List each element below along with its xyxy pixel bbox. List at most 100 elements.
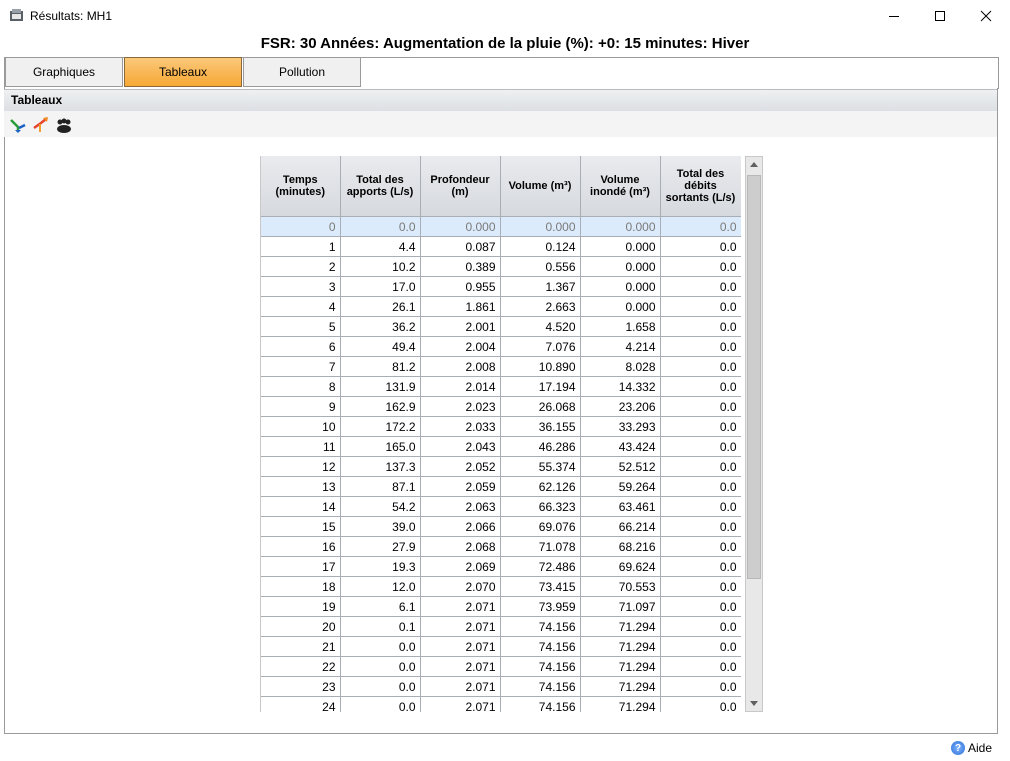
table-cell[interactable]: 33.293 bbox=[580, 416, 661, 437]
table-cell[interactable]: 71.294 bbox=[580, 636, 661, 657]
tab-pollution[interactable]: Pollution bbox=[243, 57, 361, 87]
table-cell[interactable]: 66.214 bbox=[580, 516, 661, 537]
table-cell[interactable]: 2.071 bbox=[420, 636, 501, 657]
table-row[interactable]: 18 12.0 2.070 73.415 70.553 0.0 bbox=[261, 576, 741, 597]
table-cell[interactable]: 2.059 bbox=[420, 476, 501, 497]
table-cell[interactable]: 2.063 bbox=[420, 496, 501, 517]
table-cell[interactable]: 2.066 bbox=[420, 516, 501, 537]
table-cell[interactable]: 17.194 bbox=[500, 376, 581, 397]
table-cell[interactable]: 18 bbox=[261, 576, 341, 597]
table-cell[interactable]: 0.0 bbox=[660, 416, 741, 437]
table-cell[interactable]: 0.000 bbox=[580, 256, 661, 277]
table-cell[interactable]: 5 bbox=[261, 316, 341, 337]
table-cell[interactable]: 0.0 bbox=[660, 516, 741, 537]
table-cell[interactable]: 71.294 bbox=[580, 676, 661, 697]
table-cell[interactable]: 0.0 bbox=[340, 636, 421, 657]
table-cell[interactable]: 2.023 bbox=[420, 396, 501, 417]
table-row[interactable]: 17 19.3 2.069 72.486 69.624 0.0 bbox=[261, 556, 741, 577]
table-row[interactable]: 20 0.1 2.071 74.156 71.294 0.0 bbox=[261, 616, 741, 637]
table-cell[interactable]: 4.214 bbox=[580, 336, 661, 357]
table-row[interactable]: 13 87.1 2.059 62.126 59.264 0.0 bbox=[261, 476, 741, 497]
table-cell[interactable]: 0.0 bbox=[660, 476, 741, 497]
table-cell[interactable]: 13 bbox=[261, 476, 341, 497]
table-cell[interactable]: 1 bbox=[261, 236, 341, 257]
table-cell[interactable]: 4.520 bbox=[500, 316, 581, 337]
table-row[interactable]: 7 81.2 2.008 10.890 8.028 0.0 bbox=[261, 356, 741, 377]
table-cell[interactable]: 2.663 bbox=[500, 296, 581, 317]
table-row[interactable]: 1 4.4 0.087 0.124 0.000 0.0 bbox=[261, 236, 741, 257]
table-cell[interactable]: 0.0 bbox=[660, 436, 741, 457]
table-row[interactable]: 8 131.9 2.014 17.194 14.332 0.0 bbox=[261, 376, 741, 397]
table-cell[interactable]: 0.0 bbox=[660, 676, 741, 697]
table-cell[interactable]: 74.156 bbox=[500, 696, 581, 712]
table-row[interactable]: 6 49.4 2.004 7.076 4.214 0.0 bbox=[261, 336, 741, 357]
table-cell[interactable]: 0.087 bbox=[420, 236, 501, 257]
table-cell[interactable]: 131.9 bbox=[340, 376, 421, 397]
table-cell[interactable]: 71.078 bbox=[500, 536, 581, 557]
table-cell[interactable]: 0.0 bbox=[660, 256, 741, 277]
table-cell[interactable]: 1.861 bbox=[420, 296, 501, 317]
table-row[interactable]: 21 0.0 2.071 74.156 71.294 0.0 bbox=[261, 636, 741, 657]
table-cell[interactable]: 0.0 bbox=[660, 656, 741, 677]
table-cell[interactable]: 2.068 bbox=[420, 536, 501, 557]
table-cell[interactable]: 74.156 bbox=[500, 656, 581, 677]
table-cell[interactable]: 36.2 bbox=[340, 316, 421, 337]
table-cell[interactable]: 11 bbox=[261, 436, 341, 457]
table-cell[interactable]: 0.000 bbox=[580, 216, 661, 237]
table-cell[interactable]: 172.2 bbox=[340, 416, 421, 437]
table-cell[interactable]: 21 bbox=[261, 636, 341, 657]
table-cell[interactable]: 2.071 bbox=[420, 656, 501, 677]
table-cell[interactable]: 71.294 bbox=[580, 696, 661, 712]
table-cell[interactable]: 15 bbox=[261, 516, 341, 537]
table-cell[interactable]: 2.071 bbox=[420, 696, 501, 712]
table-cell[interactable]: 0.0 bbox=[660, 316, 741, 337]
table-row[interactable]: 10 172.2 2.033 36.155 33.293 0.0 bbox=[261, 416, 741, 437]
maximize-button[interactable] bbox=[917, 0, 963, 31]
table-cell[interactable]: 0.0 bbox=[660, 276, 741, 297]
table-row[interactable]: 15 39.0 2.066 69.076 66.214 0.0 bbox=[261, 516, 741, 537]
table-cell[interactable]: 2.070 bbox=[420, 576, 501, 597]
table-cell[interactable]: 0.0 bbox=[340, 676, 421, 697]
table-cell[interactable]: 2.069 bbox=[420, 556, 501, 577]
table-cell[interactable]: 19 bbox=[261, 596, 341, 617]
table-cell[interactable]: 0.0 bbox=[660, 376, 741, 397]
table-cell[interactable]: 0.0 bbox=[660, 216, 741, 237]
table-cell[interactable]: 0.0 bbox=[660, 296, 741, 317]
table-cell[interactable]: 43.424 bbox=[580, 436, 661, 457]
table-cell[interactable]: 23.206 bbox=[580, 396, 661, 417]
table-row[interactable]: 11 165.0 2.043 46.286 43.424 0.0 bbox=[261, 436, 741, 457]
table-cell[interactable]: 0.0 bbox=[660, 356, 741, 377]
column-header-volume[interactable]: Volume (m³) bbox=[500, 156, 581, 217]
table-row[interactable]: 22 0.0 2.071 74.156 71.294 0.0 bbox=[261, 656, 741, 677]
table-cell[interactable]: 68.216 bbox=[580, 536, 661, 557]
table-cell[interactable]: 0.000 bbox=[420, 216, 501, 237]
table-cell[interactable]: 2.052 bbox=[420, 456, 501, 477]
table-cell[interactable]: 0.0 bbox=[660, 536, 741, 557]
table-cell[interactable]: 27.9 bbox=[340, 536, 421, 557]
table-cell[interactable]: 0.124 bbox=[500, 236, 581, 257]
table-cell[interactable]: 26.068 bbox=[500, 396, 581, 417]
table-cell[interactable]: 3 bbox=[261, 276, 341, 297]
column-header-profondeur[interactable]: Profondeur (m) bbox=[420, 156, 501, 217]
table-cell[interactable]: 162.9 bbox=[340, 396, 421, 417]
table-cell[interactable]: 8 bbox=[261, 376, 341, 397]
table-cell[interactable]: 26.1 bbox=[340, 296, 421, 317]
table-cell[interactable]: 20 bbox=[261, 616, 341, 637]
table-cell[interactable]: 46.286 bbox=[500, 436, 581, 457]
table-cell[interactable]: 74.156 bbox=[500, 616, 581, 637]
table-cell[interactable]: 12 bbox=[261, 456, 341, 477]
table-cell[interactable]: 71.294 bbox=[580, 656, 661, 677]
table-cell[interactable]: 1.658 bbox=[580, 316, 661, 337]
table-cell[interactable]: 0.955 bbox=[420, 276, 501, 297]
table-cell[interactable]: 0.0 bbox=[660, 236, 741, 257]
table-cell[interactable]: 0.0 bbox=[660, 596, 741, 617]
table-cell[interactable]: 0.0 bbox=[660, 616, 741, 637]
table-cell[interactable]: 73.959 bbox=[500, 596, 581, 617]
table-cell[interactable]: 63.461 bbox=[580, 496, 661, 517]
table-row[interactable]: 3 17.0 0.955 1.367 0.000 0.0 bbox=[261, 276, 741, 297]
table-row[interactable]: 4 26.1 1.861 2.663 0.000 0.0 bbox=[261, 296, 741, 317]
table-cell[interactable]: 49.4 bbox=[340, 336, 421, 357]
table-cell[interactable]: 0.0 bbox=[340, 216, 421, 237]
table-cell[interactable]: 73.415 bbox=[500, 576, 581, 597]
table-cell[interactable]: 0.0 bbox=[660, 576, 741, 597]
